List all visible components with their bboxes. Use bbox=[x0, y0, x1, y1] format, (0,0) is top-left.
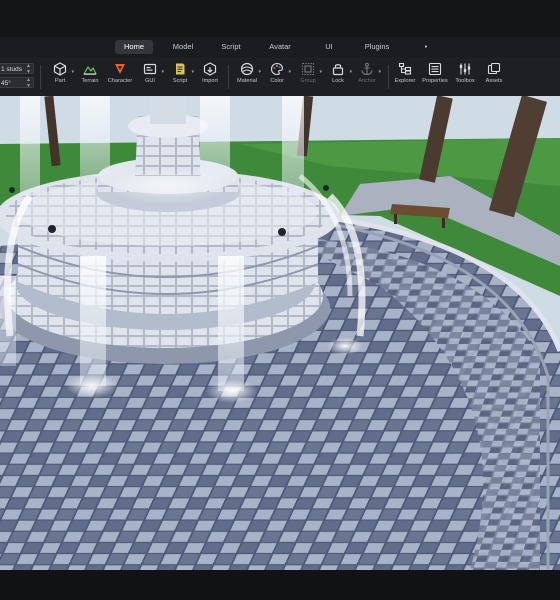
color-button[interactable]: ▾ Color bbox=[260, 61, 294, 93]
toolbox-icon bbox=[459, 63, 471, 75]
character-icon bbox=[115, 64, 125, 74]
assets-icon bbox=[487, 62, 501, 75]
stepper-icon[interactable]: ▲ ▼ bbox=[26, 63, 31, 75]
tab-ui[interactable]: UI bbox=[316, 40, 342, 54]
stepper-icon[interactable]: ▲ ▼ bbox=[26, 77, 31, 89]
toolbar-divider bbox=[40, 65, 41, 89]
move-increment-value: 1 studs bbox=[1, 66, 22, 73]
lock-icon bbox=[332, 64, 344, 76]
part-cube-icon bbox=[53, 62, 67, 76]
script-label: Script bbox=[172, 78, 188, 84]
import-label: Import bbox=[202, 78, 218, 84]
explorer-icon bbox=[398, 62, 412, 75]
anchor-button[interactable]: ▾ Anchor bbox=[350, 61, 384, 93]
color-label: Color bbox=[270, 78, 284, 84]
ribbon-toolbar: 1 studs ▲ ▼ 45° ▲ ▼ ▾ Part Terrain Charact… bbox=[0, 57, 560, 97]
import-icon bbox=[203, 62, 217, 76]
anchor-icon bbox=[361, 62, 373, 76]
assets-label: Assets bbox=[485, 78, 503, 84]
window-top-bar bbox=[0, 0, 560, 37]
menu-bar: Home Model Script Avatar UI Plugins • bbox=[0, 37, 560, 58]
import-button[interactable]: Import bbox=[193, 61, 227, 93]
assets-button[interactable]: Assets bbox=[477, 61, 511, 93]
explorer-button[interactable]: Explorer bbox=[388, 61, 422, 93]
terrain-icon bbox=[83, 66, 97, 75]
terrain-button[interactable]: Terrain bbox=[73, 61, 107, 93]
gui-label: GUI bbox=[145, 78, 155, 84]
viewport-3d[interactable] bbox=[0, 96, 560, 570]
chevron-down-icon[interactable]: ▾ bbox=[378, 69, 381, 75]
tab-script[interactable]: Script bbox=[212, 40, 249, 54]
tab-plugins[interactable]: Plugins bbox=[356, 40, 399, 54]
fountain-scene bbox=[0, 96, 560, 570]
rotate-increment-field[interactable]: 45° ▲ ▼ bbox=[0, 77, 34, 88]
group-label: Group bbox=[300, 78, 316, 84]
script-button[interactable]: ▾ Script bbox=[163, 61, 197, 93]
character-button[interactable]: Character bbox=[103, 61, 137, 93]
group-button[interactable]: ▾ Group bbox=[291, 61, 325, 93]
part-label: Part bbox=[54, 78, 66, 84]
script-icon bbox=[176, 63, 185, 75]
material-label: Material bbox=[237, 78, 257, 84]
move-increment-field[interactable]: 1 studs ▲ ▼ bbox=[0, 63, 34, 74]
properties-icon bbox=[428, 62, 442, 76]
properties-button[interactable]: Properties bbox=[418, 61, 452, 93]
properties-label: Properties bbox=[422, 78, 448, 84]
tab-model[interactable]: Model bbox=[164, 40, 202, 54]
group-icon bbox=[302, 63, 314, 75]
rotate-increment-value: 45° bbox=[1, 80, 11, 87]
material-icon bbox=[240, 62, 254, 76]
gui-button[interactable]: ▾ GUI bbox=[133, 61, 167, 93]
character-label: Character bbox=[107, 78, 133, 84]
tab-more-dot[interactable]: • bbox=[416, 40, 437, 54]
tab-home[interactable]: Home bbox=[114, 40, 154, 54]
toolbar-divider bbox=[228, 65, 229, 89]
terrain-label: Terrain bbox=[81, 78, 99, 84]
anchor-label: Anchor bbox=[358, 78, 376, 84]
part-button[interactable]: ▾ Part bbox=[43, 61, 77, 93]
tab-avatar[interactable]: Avatar bbox=[260, 40, 300, 54]
explorer-label: Explorer bbox=[394, 78, 416, 84]
gui-icon bbox=[143, 63, 157, 75]
material-button[interactable]: ▾ Material bbox=[230, 61, 264, 93]
status-bar bbox=[0, 570, 560, 600]
color-palette-icon bbox=[270, 62, 284, 76]
